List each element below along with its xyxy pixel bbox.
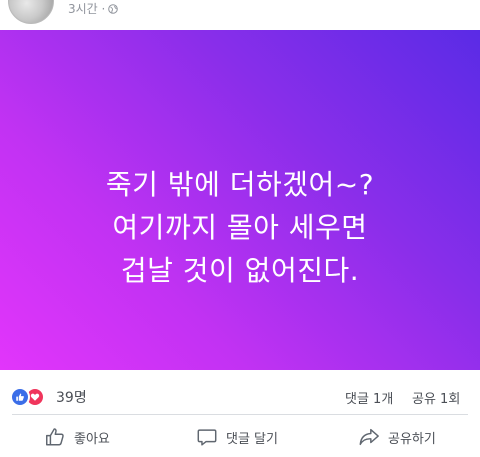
action-bar: 좋아요 댓글 달기 공유하기: [0, 418, 480, 457]
share-icon: [359, 428, 379, 446]
like-label: 좋아요: [74, 431, 110, 447]
post-text-line: 죽기 밖에 더하겠어~?: [105, 168, 375, 201]
share-button[interactable]: 공유하기: [358, 424, 436, 450]
post-background-card[interactable]: 죽기 밖에 더하겠어~? 여기까지 몰아 세우면 겁날 것이 없어진다.: [0, 30, 480, 370]
comment-count[interactable]: 댓글 1개: [345, 388, 393, 407]
post-time[interactable]: 3시간 ·: [68, 0, 105, 17]
reaction-count[interactable]: 39명: [56, 387, 87, 407]
share-label: 공유하기: [388, 431, 436, 447]
like-reaction-icon: [10, 387, 30, 407]
avatar[interactable]: [8, 0, 54, 24]
reaction-summary[interactable]: 39명 댓글 1개 공유 1회: [0, 378, 480, 408]
comment-icon: [197, 429, 217, 446]
comment-button[interactable]: 댓글 달기: [196, 424, 278, 450]
globe-icon: [108, 3, 119, 14]
post-text-line: 여기까지 몰아 세우면: [112, 211, 368, 244]
share-count[interactable]: 공유 1회: [412, 388, 460, 407]
post-text: 죽기 밖에 더하겠어~? 여기까지 몰아 세우면 겁날 것이 없어진다.: [0, 163, 480, 292]
like-button[interactable]: 좋아요: [44, 424, 110, 450]
comment-label: 댓글 달기: [226, 431, 278, 447]
post-meta: 3시간 ·: [68, 0, 119, 17]
post-header: 3시간 ·: [0, 0, 480, 28]
divider: [12, 414, 468, 415]
post-text-line: 겁날 것이 없어진다.: [120, 254, 360, 287]
thumbs-up-icon: [46, 428, 64, 446]
